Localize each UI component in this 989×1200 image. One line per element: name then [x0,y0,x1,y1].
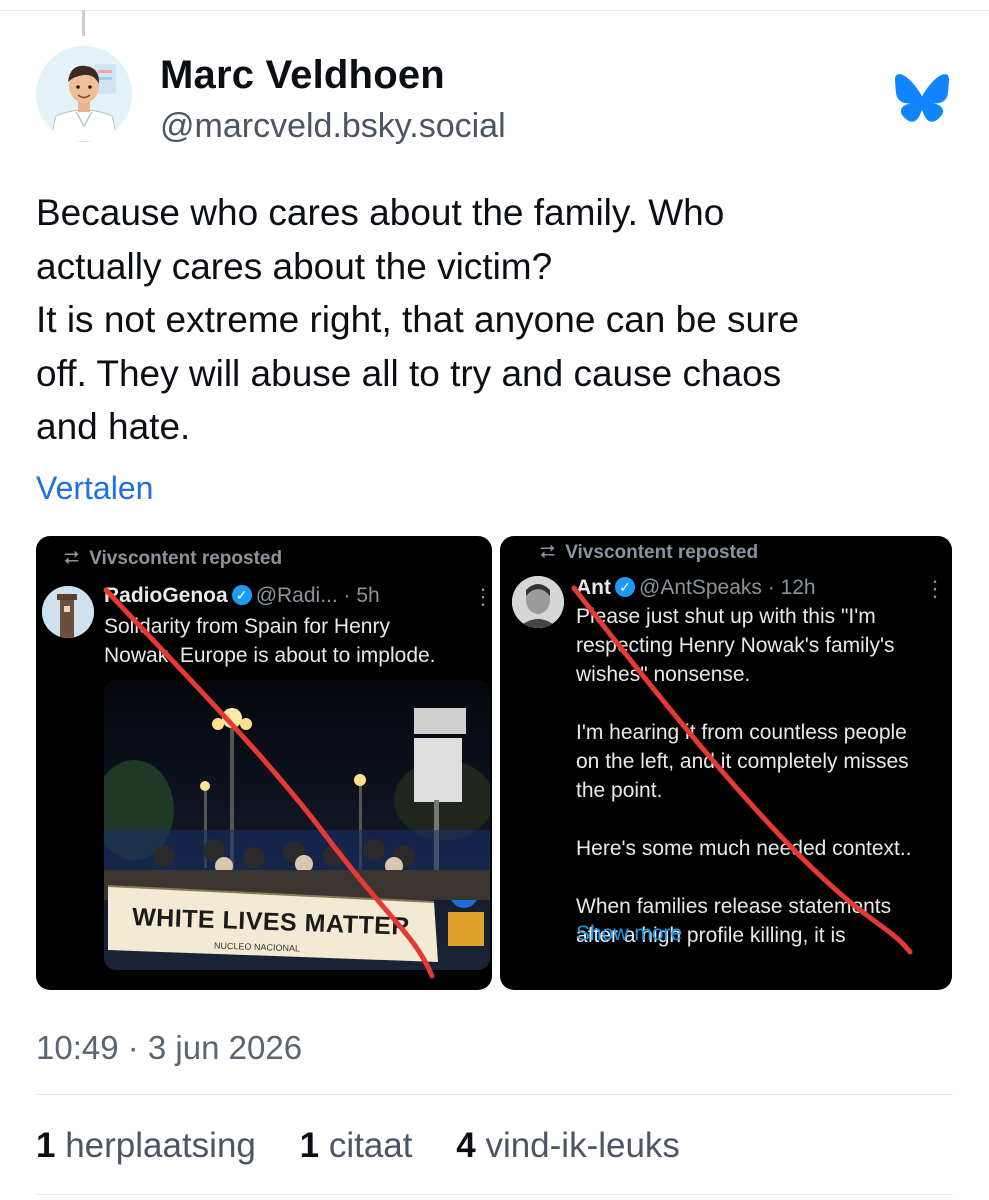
avatar-illustration [36,46,132,142]
embed-left-text: Solidarity from Spain for Henry Nowak. E… [104,615,436,667]
quotes-label: citaat [328,1126,413,1165]
embed-right-header: Ant ✓ @AntSpeaks · 12h [576,576,816,600]
likes-stat[interactable]: 4 vind-ik-leuks [456,1126,680,1165]
translate-link[interactable]: Vertalen [36,468,153,508]
repost-icon: ⮂ [64,548,80,569]
likes-count: 4 [456,1126,476,1165]
embedded-image-left[interactable]: ⮂ Vivscontent reposted RadioGenoa ✓ @Radi..… [36,536,492,990]
bluesky-butterfly-icon[interactable] [895,74,949,122]
verified-badge-icon: ✓ [615,577,635,597]
embed-left-handle-time: @Radi... · 5h [255,584,380,607]
likes-label: vind-ik-leuks [485,1126,680,1165]
post-text: Because who cares about the family. Who … [36,192,800,447]
protest-photo: WHITE LIVES MATTER NUCLEO NACIONAL [104,680,490,970]
repost-label: Vivscontent reposted [89,548,283,569]
divider [36,1094,953,1095]
repost-line: ⮂ Vivscontent reposted [64,548,282,570]
embed-left-header: RadioGenoa ✓ @Radi... · 5h [104,584,380,608]
author-avatar[interactable] [36,46,132,142]
embed-right-handle-time: @AntSpeaks · 12h [639,576,816,599]
embed-left-name: RadioGenoa [104,584,228,607]
top-divider [0,10,989,11]
author-block[interactable]: Marc Veldhoen @marcveld.bsky.social [160,52,506,148]
quotes-stat[interactable]: 1 citaat [300,1126,413,1165]
embed-right-text: Please just shut up with this "I'm respe… [576,605,912,947]
repost-icon: ⮂ [540,542,556,563]
more-dots-icon: ⋮ [472,584,492,609]
reposts-label: herplaatsing [65,1126,256,1165]
more-dots-icon: ⋮ [924,576,946,601]
ant-avatar [512,576,564,628]
repost-line: ⮂ Vivscontent reposted [540,542,758,564]
radiogenoa-avatar [42,586,94,638]
tower-image [42,586,94,638]
divider [36,1194,953,1195]
embedded-image-right[interactable]: ⮂ Vivscontent reposted Ant ✓ @AntSpeaks · 1… [500,536,952,990]
verified-badge-icon: ✓ [231,585,252,605]
thread-line [82,10,85,36]
author-name[interactable]: Marc Veldhoen [160,52,506,98]
reposts-count: 1 [36,1126,56,1165]
engagement-stats: 1 herplaatsing 1 citaat 4 vind-ik-leuks [36,1124,714,1168]
show-more-link: Show more [576,919,936,948]
reposts-stat[interactable]: 1 herplaatsing [36,1126,256,1165]
post-timestamp[interactable]: 10:49 · 3 jun 2026 [36,1028,302,1068]
repost-label: Vivscontent reposted [565,542,759,563]
portrait-image [512,576,564,628]
author-handle[interactable]: @marcveld.bsky.social [160,104,506,148]
quotes-count: 1 [299,1126,320,1165]
embed-right-name: Ant [576,576,611,599]
show-more-text: Show more [576,922,683,945]
